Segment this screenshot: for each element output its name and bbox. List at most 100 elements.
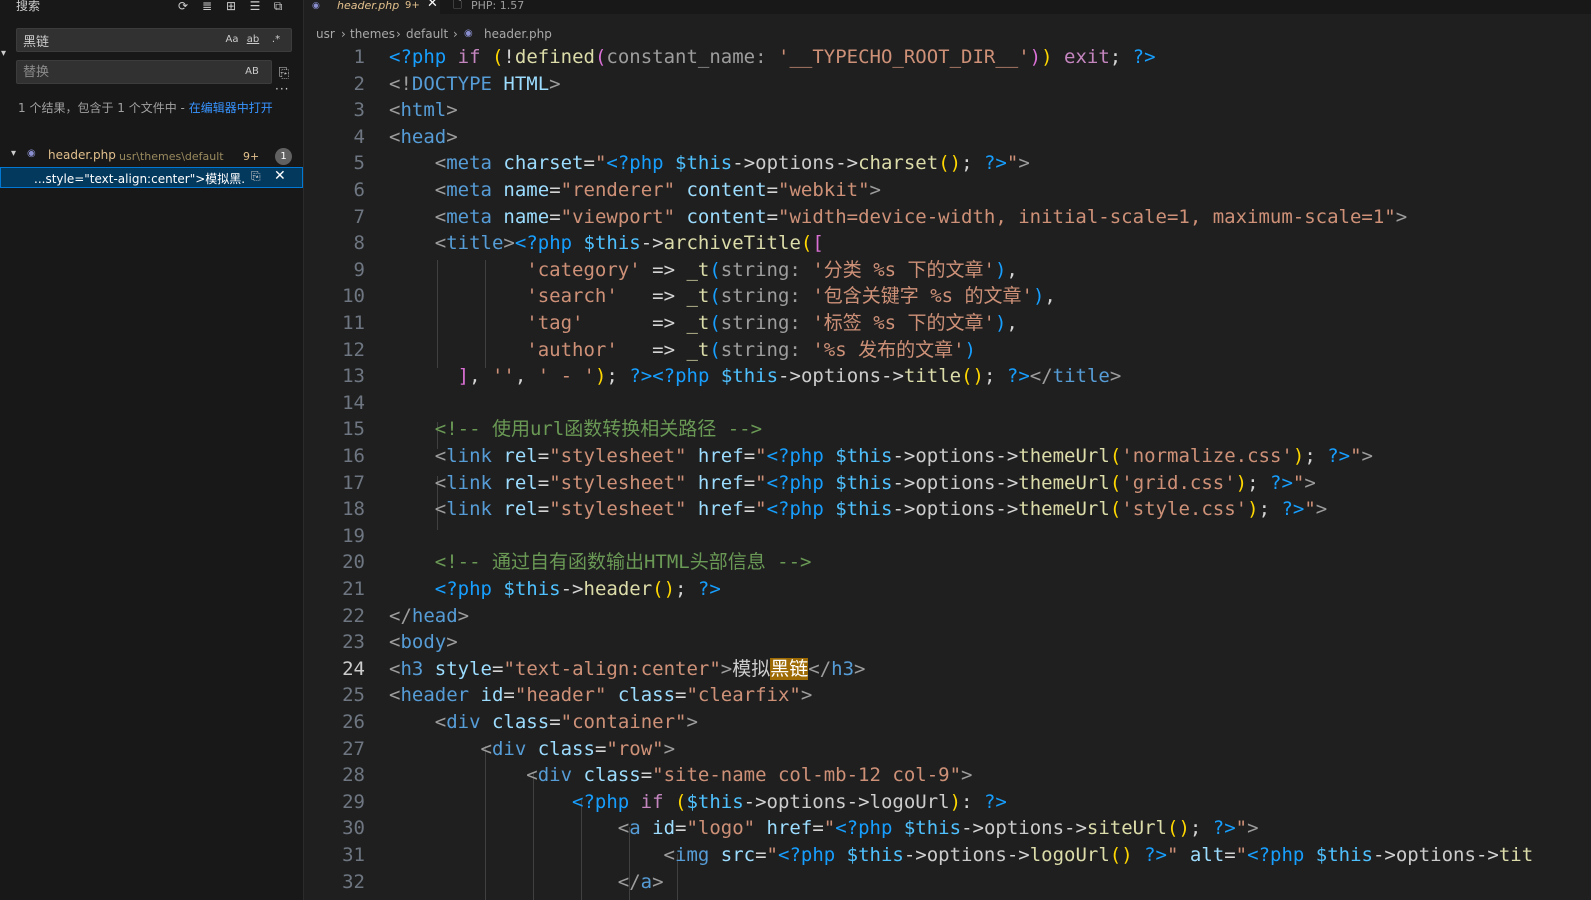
use-regex-toggle[interactable]: .* <box>267 32 285 48</box>
code-text[interactable]: 'author' => _t(string: '%s 发布的文章') <box>389 337 976 364</box>
code-text[interactable]: <a id="logo" href="<?php $this->options-… <box>389 815 1259 842</box>
code-text[interactable]: <?php if (!defined(constant_name: '__TYP… <box>389 44 1156 71</box>
line-number[interactable]: 6 <box>304 177 365 204</box>
line-number[interactable]: 12 <box>304 337 365 364</box>
line-number[interactable]: 9 <box>304 257 365 284</box>
breadcrumb-item[interactable]: header.php <box>484 24 552 44</box>
code-line[interactable]: 10 'search' => _t(string: '包含关键字 %s 的文章'… <box>304 283 1591 310</box>
code-text[interactable]: <?php if ($this->options->logoUrl): ?> <box>389 789 1007 816</box>
line-number[interactable]: 3 <box>304 97 365 124</box>
code-line[interactable]: 31 <img src="<?php $this->options->logoU… <box>304 842 1591 869</box>
code-line[interactable]: 16 <link rel="stylesheet" href="<?php $t… <box>304 443 1591 470</box>
code-line[interactable]: 6 <meta name="renderer" content="webkit"… <box>304 177 1591 204</box>
code-text[interactable]: <div class="row"> <box>389 736 676 763</box>
line-number[interactable]: 10 <box>304 283 365 310</box>
code-line[interactable]: 17 <link rel="stylesheet" href="<?php $t… <box>304 470 1591 497</box>
result-file-row[interactable]: ▾ ◉ header.php usr\themes\default 9+ 1 <box>0 146 303 166</box>
replace-input[interactable] <box>23 64 213 80</box>
breadcrumb-item[interactable]: themes <box>350 24 395 44</box>
code-line[interactable]: 20 <!-- 通过自有函数输出HTML头部信息 --> <box>304 549 1591 576</box>
line-number[interactable]: 16 <box>304 443 365 470</box>
code-line[interactable]: 22 </head> <box>304 603 1591 630</box>
line-number[interactable]: 24 <box>304 656 365 683</box>
code-line[interactable]: 21 <?php $this->header(); ?> <box>304 576 1591 603</box>
line-number[interactable]: 14 <box>304 390 365 417</box>
line-number[interactable]: 8 <box>304 230 365 257</box>
breadcrumb-item[interactable]: default <box>406 24 448 44</box>
line-number[interactable]: 13 <box>304 363 365 390</box>
code-line[interactable]: 30 <a id="logo" href="<?php $this->optio… <box>304 815 1591 842</box>
code-text[interactable]: <head> <box>389 124 458 151</box>
code-text[interactable]: <h3 style="text-align:center">模拟黑链</h3> <box>389 656 866 683</box>
line-number[interactable]: 19 <box>304 523 365 550</box>
code-line[interactable]: 26 <div class="container"> <box>304 709 1591 736</box>
line-number[interactable]: 28 <box>304 762 365 789</box>
code-editor[interactable]: 1 <?php if (!defined(constant_name: '__TY… <box>304 44 1591 900</box>
code-text[interactable]: <meta name="viewport" content="width=dev… <box>389 204 1407 231</box>
code-text[interactable]: <img src="<?php $this->options->logoUrl(… <box>389 842 1534 869</box>
code-text[interactable]: <header id="header" class="clearfix"> <box>389 682 812 709</box>
line-number[interactable]: 26 <box>304 709 365 736</box>
code-line[interactable]: 23 <body> <box>304 629 1591 656</box>
code-text[interactable]: 'tag' => _t(string: '标签 %s 下的文章'), <box>389 310 1018 337</box>
line-number[interactable]: 31 <box>304 842 365 869</box>
replace-all-icon[interactable]: ⎘ <box>276 66 292 81</box>
code-text[interactable]: <link rel="stylesheet" href="<?php $this… <box>389 443 1373 470</box>
new-search-editor-icon[interactable]: ⊞ <box>223 0 239 14</box>
code-line[interactable]: 5 <meta charset="<?php $this->options->c… <box>304 150 1591 177</box>
breadcrumb-item[interactable]: usr <box>316 24 335 44</box>
result-match-row[interactable]: ...style="text-align:center">模拟黑... ⎘ ✕ <box>0 167 303 188</box>
code-line[interactable]: 12 'author' => _t(string: '%s 发布的文章') <box>304 337 1591 364</box>
line-number[interactable]: 27 <box>304 736 365 763</box>
code-line[interactable]: 25 <header id="header" class="clearfix"> <box>304 682 1591 709</box>
code-line[interactable]: 4 <head> <box>304 124 1591 151</box>
code-line[interactable]: 15 <!-- 使用url函数转换相关路径 --> <box>304 416 1591 443</box>
code-line[interactable]: 24 <h3 style="text-align:center">模拟黑链</h3… <box>304 656 1591 683</box>
code-line[interactable]: 13 ], '', ' - '); ?><?php $this->options… <box>304 363 1591 390</box>
close-icon[interactable]: ✕ <box>427 0 438 10</box>
line-number[interactable]: 5 <box>304 150 365 177</box>
line-number[interactable]: 15 <box>304 416 365 443</box>
clear-results-icon[interactable]: ≣ <box>199 0 215 14</box>
toggle-replace-chevron-icon[interactable]: ▾ <box>1 48 6 59</box>
code-text[interactable]: 'category' => _t(string: '分类 %s 下的文章'), <box>389 257 1018 284</box>
line-number[interactable]: 21 <box>304 576 365 603</box>
line-number[interactable]: 20 <box>304 549 365 576</box>
code-line[interactable]: 27 <div class="row"> <box>304 736 1591 763</box>
more-options-icon[interactable]: ··· <box>275 82 289 96</box>
code-text[interactable]: <!-- 通过自有函数输出HTML头部信息 --> <box>389 549 812 576</box>
code-line[interactable]: 32 </a> <box>304 869 1591 896</box>
code-text[interactable]: </head> <box>389 603 469 630</box>
search-input[interactable] <box>23 32 213 48</box>
line-number[interactable]: 4 <box>304 124 365 151</box>
code-text[interactable]: <?php $this->header(); ?> <box>389 576 721 603</box>
view-as-tree-icon[interactable]: ⧉ <box>270 0 286 14</box>
tab-header-php[interactable]: ◉ header.php 9+ ✕ <box>304 0 440 14</box>
code-line[interactable]: 3 <html> <box>304 97 1591 124</box>
dismiss-match-icon[interactable]: ✕ <box>274 168 286 184</box>
code-text[interactable]: ], '', ' - '); ?><?php $this->options->t… <box>389 363 1122 390</box>
line-number[interactable]: 2 <box>304 71 365 98</box>
code-text[interactable]: 'search' => _t(string: '包含关键字 %s 的文章'), <box>389 283 1056 310</box>
tab-php-version[interactable]: 🗋 PHP: 1.57 <box>441 0 571 14</box>
code-line[interactable]: 29 <?php if ($this->options->logoUrl): ?… <box>304 789 1591 816</box>
collapse-all-icon[interactable]: ☰ <box>247 0 263 14</box>
match-case-toggle[interactable]: Aa <box>223 32 241 48</box>
code-line[interactable]: 18 <link rel="stylesheet" href="<?php $t… <box>304 496 1591 523</box>
code-line[interactable]: 19 <box>304 523 1591 550</box>
code-text[interactable]: <title><?php $this->archiveTitle([ <box>389 230 824 257</box>
code-line[interactable]: 28 <div class="site-name col-mb-12 col-9… <box>304 762 1591 789</box>
replace-match-icon[interactable]: ⎘ <box>251 169 261 184</box>
code-text[interactable]: <!-- 使用url函数转换相关路径 --> <box>389 416 762 443</box>
code-line[interactable]: 7 <meta name="viewport" content="width=d… <box>304 204 1591 231</box>
code-text[interactable]: <div class="site-name col-mb-12 col-9"> <box>389 762 972 789</box>
code-line[interactable]: 2 <!DOCTYPE HTML> <box>304 71 1591 98</box>
line-number[interactable]: 18 <box>304 496 365 523</box>
code-line[interactable]: 8 <title><?php $this->archiveTitle([ <box>304 230 1591 257</box>
code-text[interactable]: <link rel="stylesheet" href="<?php $this… <box>389 496 1327 523</box>
code-line[interactable]: 14 <box>304 390 1591 417</box>
line-number[interactable]: 22 <box>304 603 365 630</box>
chevron-down-icon[interactable]: ▾ <box>11 148 16 159</box>
open-in-editor-link[interactable]: 在编辑器中打开 <box>189 101 273 115</box>
line-number[interactable]: 30 <box>304 815 365 842</box>
